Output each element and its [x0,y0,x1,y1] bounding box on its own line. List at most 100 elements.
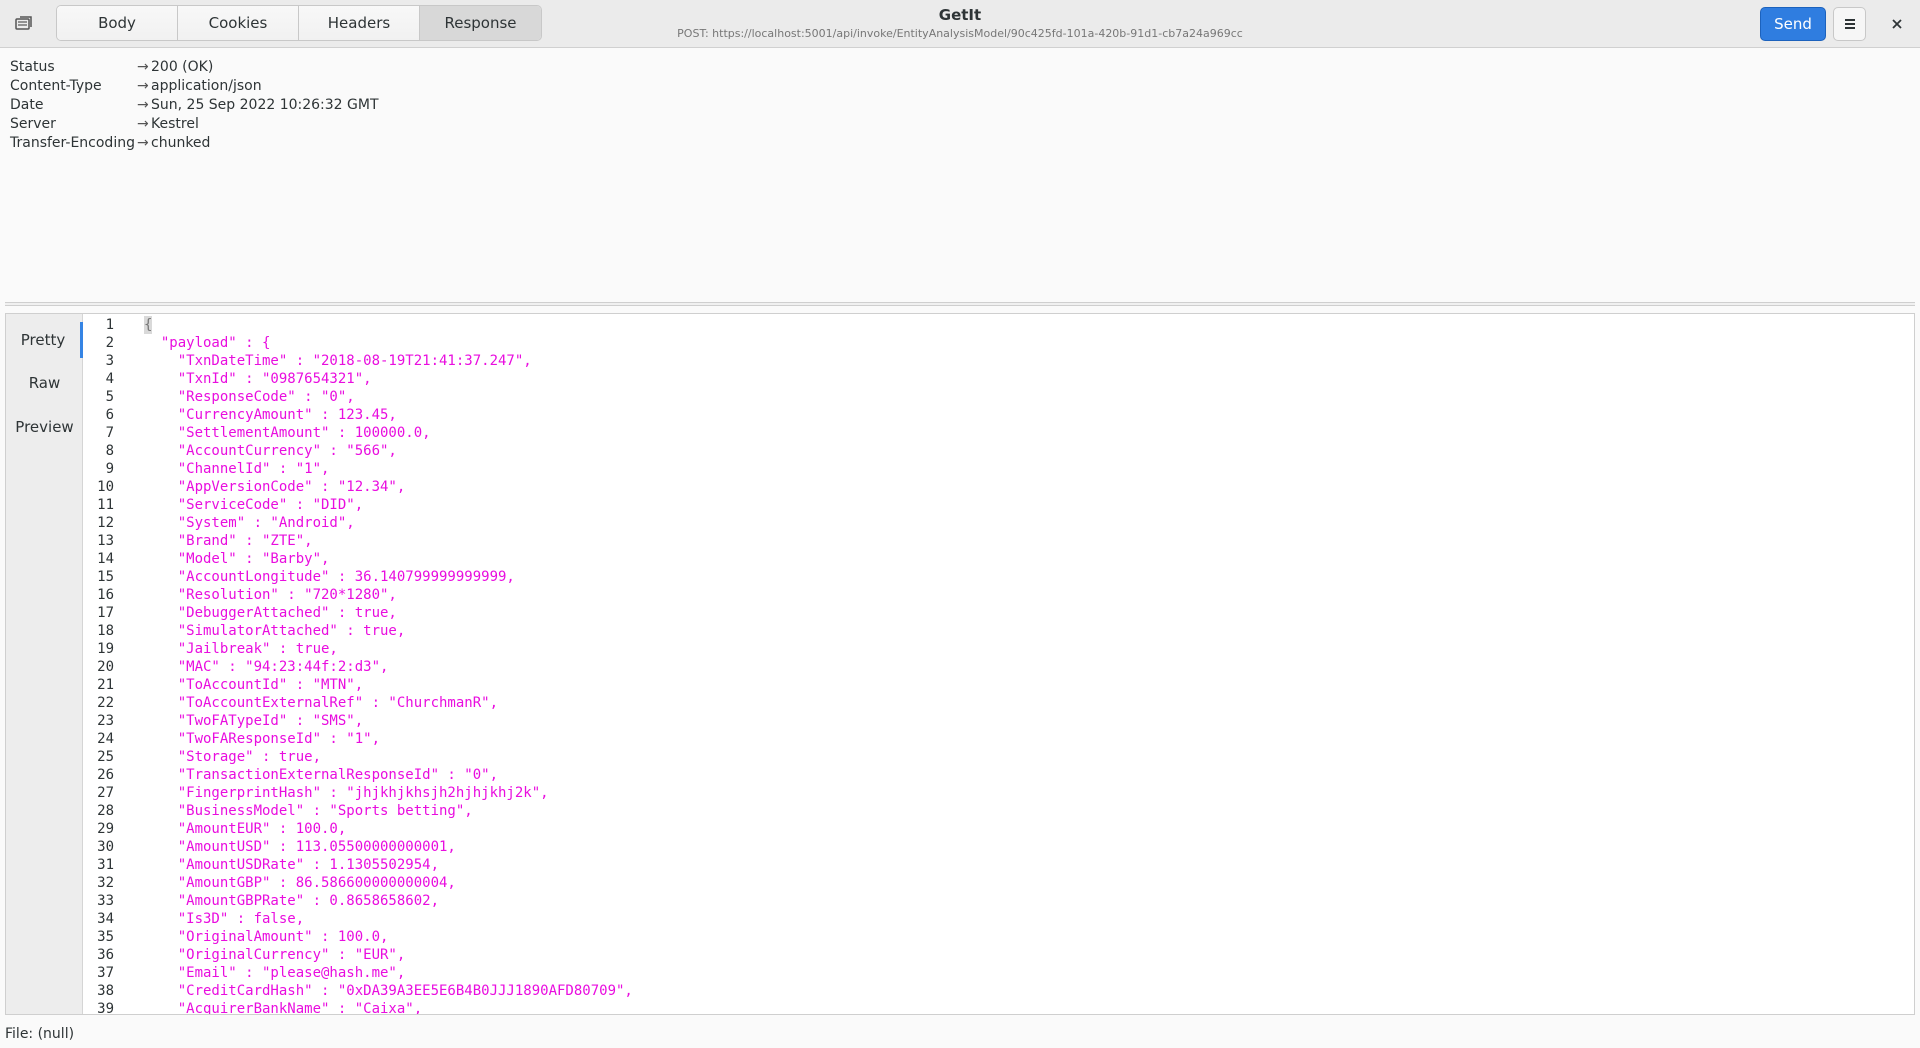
code-line: 22 "ToAccountExternalRef" : "ChurchmanR"… [84,694,1914,712]
main-tabs: Body Cookies Headers Response [56,5,542,41]
code-text: "OriginalCurrency" : "EUR", [144,947,406,963]
code-line: 24 "TwoFAResponseId" : "1", [84,730,1914,748]
code-text: "OriginalAmount" : 100.0, [144,929,389,945]
line-number: 14 [97,551,114,567]
line-number: 22 [97,695,114,711]
code-editor[interactable]: 1{2 "payload" : {3 "TxnDateTime" : "2018… [84,314,1914,1014]
code-line: 5 "ResponseCode" : "0", [84,388,1914,406]
code-text: "AmountUSDRate" : 1.1305502954, [144,857,440,873]
line-number: 37 [97,965,114,981]
line-number: 9 [105,461,114,477]
header-value: 200 (OK) [151,59,214,75]
line-number: 13 [97,533,114,549]
header-value: chunked [151,135,211,151]
line-number: 6 [105,407,114,423]
code-line: 16 "Resolution" : "720*1280", [84,586,1914,604]
code-text: "ChannelId" : "1", [144,461,330,477]
code-text: "ToAccountId" : "MTN", [144,677,364,693]
line-number: 12 [97,515,114,531]
line-number: 27 [97,785,114,801]
code-text: "CurrencyAmount" : 123.45, [144,407,397,423]
header-name: Status [10,59,55,75]
view-tab-raw[interactable]: Raw [6,365,83,401]
line-number: 32 [97,875,114,891]
response-header-row: Server → Kestrel [10,115,379,134]
code-text: "AccountCurrency" : "566", [144,443,397,459]
code-text: "SimulatorAttached" : true, [144,623,406,639]
code-line: 10 "AppVersionCode" : "12.34", [84,478,1914,496]
arrow-right-icon: → [137,97,149,113]
code-text: "TxnId" : "0987654321", [144,371,372,387]
tab-response[interactable]: Response [420,6,541,40]
tab-body[interactable]: Body [57,6,178,40]
line-number: 15 [97,569,114,585]
arrow-right-icon: → [137,78,149,94]
view-tab-preview[interactable]: Preview [6,409,83,445]
view-tab-pretty[interactable]: Pretty [6,322,83,358]
code-text: "ResponseCode" : "0", [144,389,355,405]
line-number: 11 [97,497,114,513]
header-value: Kestrel [151,116,199,132]
code-line: 15 "AccountLongitude" : 36.1407999999999… [84,568,1914,586]
line-number: 4 [105,371,114,387]
code-line: 36 "OriginalCurrency" : "EUR", [84,946,1914,964]
code-text: "Brand" : "ZTE", [144,533,313,549]
code-line: 26 "TransactionExternalResponseId" : "0"… [84,766,1914,784]
code-line: 4 "TxnId" : "0987654321", [84,370,1914,388]
code-line: 6 "CurrencyAmount" : 123.45, [84,406,1914,424]
code-text: "System" : "Android", [144,515,355,531]
arrow-right-icon: → [137,135,149,151]
code-text: "TxnDateTime" : "2018-08-19T21:41:37.247… [144,353,532,369]
code-line: 18 "SimulatorAttached" : true, [84,622,1914,640]
code-line: 32 "AmountGBP" : 86.586600000000004, [84,874,1914,892]
header-bar: Body Cookies Headers Response GetIt POST… [0,0,1920,48]
code-line: 39 "AcquirerBankName" : "Caixa", [84,1000,1914,1014]
code-text: "AmountGBPRate" : 0.8658658602, [144,893,440,909]
tab-cookies[interactable]: Cookies [178,6,299,40]
code-text: "payload" : { [144,335,271,351]
line-number: 7 [105,425,114,441]
arrow-right-icon: → [137,116,149,132]
code-text: { [144,316,153,334]
line-number: 39 [97,1001,114,1014]
code-line: 38 "CreditCardHash" : "0xDA39A3EE5E6B4B0… [84,982,1914,1000]
code-line: 14 "Model" : "Barby", [84,550,1914,568]
line-number: 38 [97,983,114,999]
code-line: 20 "MAC" : "94:23:44f:2:d3", [84,658,1914,676]
line-number: 18 [97,623,114,639]
code-line: 11 "ServiceCode" : "DID", [84,496,1914,514]
code-line: 19 "Jailbreak" : true, [84,640,1914,658]
code-text: "AcquirerBankName" : "Caixa", [144,1001,423,1014]
code-line: 21 "ToAccountId" : "MTN", [84,676,1914,694]
arrow-right-icon: → [137,59,149,75]
close-window-button[interactable] [1880,7,1914,41]
line-number: 33 [97,893,114,909]
line-number: 30 [97,839,114,855]
header-name: Transfer-Encoding [10,135,135,151]
code-text: "Email" : "please@hash.me", [144,965,406,981]
code-line: 7 "SettlementAmount" : 100000.0, [84,424,1914,442]
pane-splitter-handle[interactable] [5,302,1915,306]
code-text: "AmountEUR" : 100.0, [144,821,347,837]
window-title-area: GetIt POST: https://localhost:5001/api/i… [560,6,1360,40]
code-text: "BusinessModel" : "Sports betting", [144,803,473,819]
code-text: "SettlementAmount" : 100000.0, [144,425,431,441]
code-text: "Model" : "Barby", [144,551,330,567]
line-number: 1 [105,317,114,333]
code-text: "AppVersionCode" : "12.34", [144,479,406,495]
line-number: 31 [97,857,114,873]
response-body-panel: Pretty Raw Preview 1{2 "payload" : {3 "T… [5,313,1915,1015]
header-value: application/json [151,78,262,94]
response-header-row: Content-Type → application/json [10,77,379,96]
code-line: 33 "AmountGBPRate" : 0.8658658602, [84,892,1914,910]
app-icon[interactable] [14,14,34,34]
close-icon [1892,19,1902,29]
response-header-row: Transfer-Encoding → chunked [10,134,379,153]
menu-button[interactable] [1833,7,1866,41]
response-headers-list: Status → 200 (OK) Content-Type → applica… [10,58,379,153]
tab-headers[interactable]: Headers [299,6,420,40]
code-text: "ServiceCode" : "DID", [144,497,364,513]
code-text: "TwoFAResponseId" : "1", [144,731,381,747]
code-text: "ToAccountExternalRef" : "ChurchmanR", [144,695,499,711]
send-button[interactable]: Send [1760,7,1826,41]
